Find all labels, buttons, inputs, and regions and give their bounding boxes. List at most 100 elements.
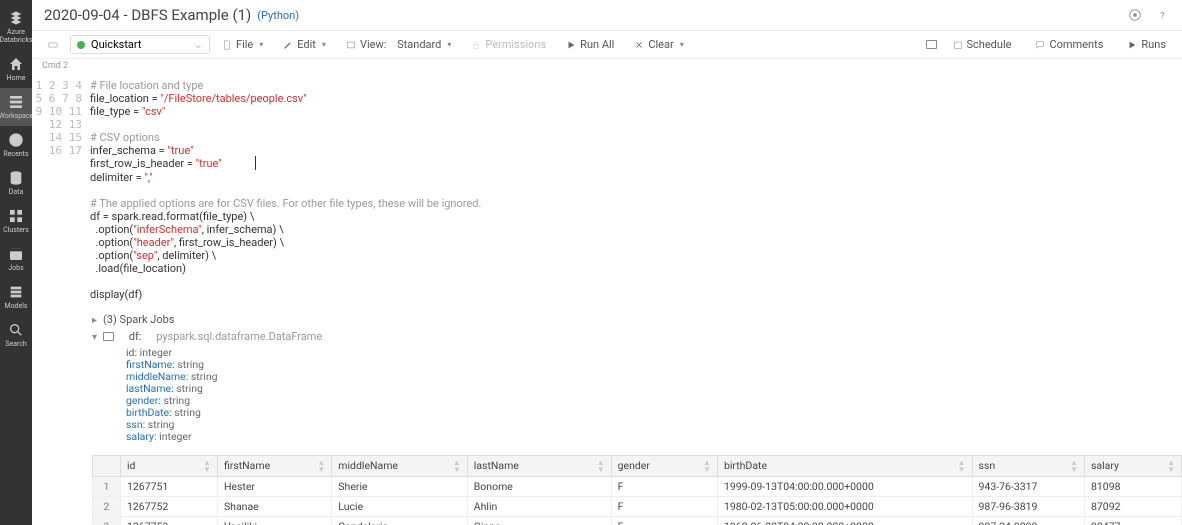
schedule-button[interactable]: Schedule — [945, 35, 1020, 54]
df-type: pyspark.sql.dataframe.DataFrame — [156, 330, 322, 343]
cluster-dropdown[interactable]: Quickstart ⌄ — [70, 35, 210, 54]
result-table[interactable]: id▲▼firstName▲▼middleName▲▼lastName▲▼gen… — [92, 455, 1182, 525]
table-row[interactable]: 31267753VasilikiCandelariaGippsF1960-06-… — [93, 517, 1182, 525]
svg-text:?: ? — [1160, 11, 1165, 22]
table-row[interactable]: 21267752ShanaeLucieAhlinF1980-02-13T05:0… — [93, 497, 1182, 517]
sort-icon: ▲▼ — [453, 459, 461, 473]
code-cell[interactable]: 1 2 3 4 5 6 7 8 9 10 11 12 13 14 15 16 1… — [32, 73, 1182, 307]
permissions-button: Permissions — [463, 35, 554, 54]
caret-right-icon — [92, 313, 97, 326]
database-icon — [8, 170, 24, 186]
col-header-id[interactable]: id▲▼ — [121, 456, 218, 477]
comments-button[interactable]: Comments — [1027, 35, 1111, 54]
toolbar-icon-button[interactable] — [40, 37, 66, 53]
clear-menu[interactable]: Clear — [626, 35, 691, 54]
col-header-middleName[interactable]: middleName▲▼ — [332, 456, 467, 477]
pencil-icon — [283, 40, 293, 50]
col-header-firstName[interactable]: firstName▲▼ — [217, 456, 331, 477]
sidebar-item-models[interactable]: Models — [0, 278, 32, 316]
clock-icon — [8, 132, 24, 148]
view-icon — [346, 40, 356, 50]
sidebar-brand-label: Azure Databricks — [0, 28, 33, 44]
cmd-label: Cmd 2 — [32, 59, 1182, 73]
view-value: Standard — [397, 38, 441, 51]
notebook-language[interactable]: (Python) — [257, 9, 299, 22]
sidebar-item-search[interactable]: Search — [0, 316, 32, 354]
sidebar-item-label: Models — [4, 302, 27, 310]
databricks-icon — [8, 10, 24, 26]
sidebar-item-recents[interactable]: Recents — [0, 126, 32, 164]
sort-icon: ▲▼ — [317, 459, 325, 473]
play-icon — [1127, 40, 1137, 50]
schedule-label: Schedule — [967, 38, 1012, 51]
col-header-gender[interactable]: gender▲▼ — [611, 456, 717, 477]
notebook-toolbar: Quickstart ⌄ File Edit View: Standard Pe… — [32, 31, 1182, 59]
clear-icon — [634, 40, 644, 50]
sidebar-item-clusters[interactable]: Clusters — [0, 202, 32, 240]
home-icon — [8, 56, 24, 72]
sidebar-item-label: Clusters — [3, 226, 29, 234]
sort-icon: ▲▼ — [958, 459, 966, 473]
models-icon — [8, 284, 24, 300]
sort-icon: ▲▼ — [597, 459, 605, 473]
file-menu[interactable]: File — [214, 35, 271, 54]
notebook-title[interactable]: 2020-09-04 - DBFS Example (1) — [44, 6, 251, 24]
sidebar-item-label: Search — [5, 340, 27, 348]
comment-icon — [1035, 40, 1045, 50]
table-row[interactable]: 11267751HesterSherieBonomeF1999-09-13T04… — [93, 477, 1182, 497]
edit-label: Edit — [297, 38, 316, 51]
sidebar-item-home[interactable]: Home — [0, 50, 32, 88]
edit-menu[interactable]: Edit — [275, 35, 334, 54]
cluster-status-dot — [77, 41, 85, 49]
df-expander[interactable]: df: pyspark.sql.dataframe.DataFrame — [92, 328, 1182, 345]
line-gutter: 1 2 3 4 5 6 7 8 9 10 11 12 13 14 15 16 1… — [32, 79, 90, 301]
dataframe-icon — [103, 332, 114, 341]
keyboard-icon — [48, 40, 58, 50]
sidebar-item-label: Jobs — [8, 264, 23, 272]
spark-jobs-expander[interactable]: (3) Spark Jobs — [92, 311, 1182, 328]
caret-down-icon — [92, 330, 97, 343]
spark-jobs-label: (3) Spark Jobs — [103, 313, 174, 326]
main-content: 2020-09-04 - DBFS Example (1) (Python) ?… — [32, 0, 1182, 525]
text-cursor — [255, 156, 256, 170]
view-menu[interactable]: View: Standard — [338, 35, 459, 54]
row-index: 1 — [93, 477, 121, 497]
col-header-birthDate[interactable]: birthDate▲▼ — [717, 456, 972, 477]
revision-icon[interactable] — [926, 40, 937, 49]
file-icon — [222, 40, 232, 50]
col-header-salary[interactable]: salary▲▼ — [1084, 456, 1181, 477]
cluster-name: Quickstart — [91, 38, 142, 51]
runs-label: Runs — [1141, 38, 1166, 51]
file-label: File — [236, 38, 253, 51]
row-index: 2 — [93, 497, 121, 517]
clusters-icon — [8, 208, 24, 224]
sidebar-item-label: Data — [9, 188, 24, 196]
row-number-header — [93, 456, 121, 477]
calendar-icon — [953, 40, 963, 50]
sidebar-item-workspace[interactable]: Workspace — [0, 88, 32, 126]
lock-icon — [471, 40, 481, 50]
workspace-icon — [8, 94, 24, 110]
sidebar-item-label: Home — [7, 74, 26, 82]
calendar-icon — [8, 246, 24, 262]
sidebar-item-label: Workspace — [0, 112, 33, 120]
sidebar-item-jobs[interactable]: Jobs — [0, 240, 32, 278]
search-icon — [8, 322, 24, 338]
sidebar-brand[interactable]: Azure Databricks — [0, 4, 32, 50]
record-icon[interactable] — [1128, 8, 1142, 22]
col-header-lastName[interactable]: lastName▲▼ — [467, 456, 611, 477]
run-all-button[interactable]: Run All — [558, 35, 622, 54]
code-content[interactable]: # File location and type file_location =… — [90, 79, 481, 301]
result-panel: (3) Spark Jobs df: pyspark.sql.dataframe… — [32, 307, 1182, 449]
help-icon[interactable]: ? — [1156, 8, 1170, 22]
permissions-label: Permissions — [485, 38, 546, 51]
sort-icon: ▲▼ — [203, 459, 211, 473]
col-header-ssn[interactable]: ssn▲▼ — [972, 456, 1084, 477]
runs-button[interactable]: Runs — [1119, 35, 1174, 54]
play-icon — [566, 40, 576, 50]
clear-label: Clear — [648, 38, 673, 51]
comments-label: Comments — [1049, 38, 1103, 51]
view-prefix: View: — [360, 38, 386, 51]
sidebar-item-label: Recents — [3, 150, 28, 158]
sidebar-item-data[interactable]: Data — [0, 164, 32, 202]
